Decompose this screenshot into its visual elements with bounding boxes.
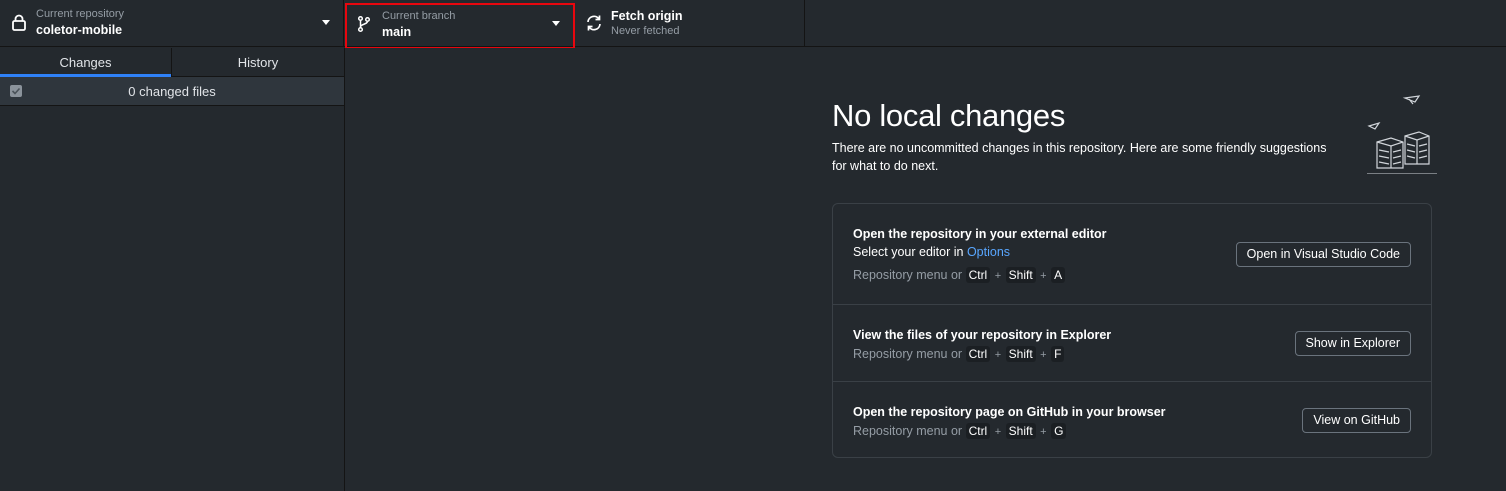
- fetch-origin-label: Fetch origin: [611, 9, 683, 23]
- action-subtitle-text: Select your editor in: [853, 245, 967, 259]
- kbd-key: Ctrl: [965, 423, 991, 439]
- options-link[interactable]: Options: [967, 245, 1010, 259]
- kbd-key: Shift: [1005, 267, 1036, 283]
- action-shortcut-hint: Repository menu or Ctrl + Shift + G: [853, 423, 1067, 439]
- kbd-key: Shift: [1005, 423, 1036, 439]
- action-subtitle: Select your editor in Options: [853, 245, 1010, 259]
- fetch-origin-button[interactable]: Fetch origin Never fetched: [577, 0, 805, 47]
- shortcut-prefix: Repository menu or: [853, 347, 966, 361]
- sync-icon: [585, 14, 601, 32]
- changed-files-count: 0 changed files: [128, 84, 216, 99]
- key-separator: +: [1040, 349, 1047, 361]
- tab-history-label: History: [237, 55, 279, 70]
- triangle-down-icon: [552, 21, 560, 26]
- git-branch-icon: [357, 15, 373, 33]
- empty-state-illustration: [1363, 94, 1439, 175]
- current-repository-button[interactable]: Current repository coletor-mobile: [0, 0, 344, 47]
- kbd-key: Ctrl: [965, 267, 991, 283]
- shortcut-prefix: Repository menu or: [853, 268, 966, 282]
- page-title: No local changes: [832, 98, 1066, 133]
- tab-changes-label: Changes: [59, 55, 112, 70]
- current-repository-label: Current repository: [36, 8, 125, 20]
- key-separator: +: [1040, 270, 1047, 282]
- show-in-explorer-button[interactable]: Show in Explorer: [1294, 331, 1411, 356]
- action-shortcut-hint: Repository menu or Ctrl + Shift + A: [853, 267, 1066, 283]
- changed-files-header: 0 changed files: [0, 77, 344, 106]
- action-title: Open the repository page on GitHub in yo…: [853, 405, 1166, 419]
- lock-icon: [12, 14, 28, 32]
- toolbar: Current repository coletor-mobile Curren…: [0, 0, 1506, 49]
- sidebar-tabs: Changes History: [0, 48, 344, 77]
- kbd-key: F: [1051, 346, 1065, 362]
- open-in-vscode-button[interactable]: Open in Visual Studio Code: [1235, 242, 1411, 267]
- key-separator: +: [1040, 426, 1047, 438]
- key-separator: +: [994, 270, 1002, 282]
- tab-history[interactable]: History: [172, 48, 344, 76]
- fetch-status: Never fetched: [611, 25, 680, 37]
- main-panel: No local changes There are no uncommitte…: [345, 48, 1506, 491]
- view-on-github-button[interactable]: View on GitHub: [1302, 408, 1411, 433]
- current-repository-name: coletor-mobile: [36, 23, 123, 37]
- current-branch-name: main: [382, 25, 412, 39]
- current-branch-button[interactable]: Current branch main: [345, 3, 575, 49]
- kbd-key: G: [1051, 423, 1067, 439]
- triangle-down-icon: [322, 20, 330, 25]
- sidebar: Changes History 0 changed files: [0, 48, 345, 491]
- kbd-key: A: [1051, 267, 1066, 283]
- suggested-actions: Open the repository in your external edi…: [832, 203, 1432, 458]
- action-show-explorer: View the files of your repository in Exp…: [833, 304, 1431, 381]
- action-open-editor: Open the repository in your external edi…: [833, 204, 1431, 304]
- action-shortcut-hint: Repository menu or Ctrl + Shift + F: [853, 346, 1065, 362]
- current-branch-label: Current branch: [382, 10, 456, 22]
- key-separator: +: [994, 426, 1002, 438]
- tab-changes[interactable]: Changes: [0, 48, 172, 77]
- action-title: View the files of your repository in Exp…: [853, 328, 1112, 342]
- page-description: There are no uncommitted changes in this…: [832, 141, 1327, 173]
- kbd-key: Ctrl: [965, 346, 991, 362]
- key-separator: +: [994, 349, 1002, 361]
- shortcut-prefix: Repository menu or: [853, 424, 966, 438]
- action-view-github: Open the repository page on GitHub in yo…: [833, 381, 1431, 457]
- action-title: Open the repository in your external edi…: [853, 227, 1107, 241]
- kbd-key: Shift: [1005, 346, 1036, 362]
